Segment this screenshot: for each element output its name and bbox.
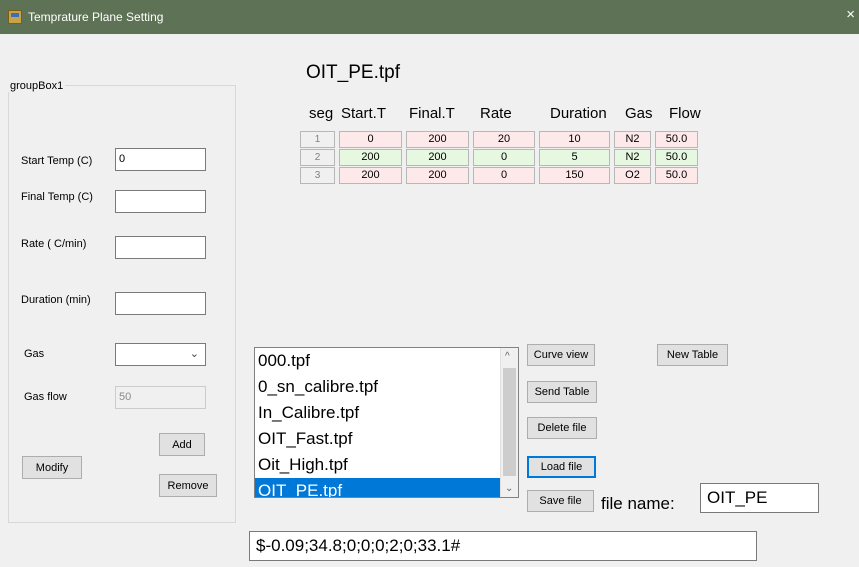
table-cell-seg[interactable]: 3 [300,167,335,184]
list-item[interactable]: Oit_High.tpf [255,452,518,478]
curve-view-button[interactable]: Curve view [527,344,595,366]
app-icon [8,10,22,24]
command-string-field[interactable]: $-0.09;34.8;0;0;0;2;0;33.1# [249,531,757,561]
table-cell-seg[interactable]: 2 [300,149,335,166]
table-cell-start-t[interactable]: 0 [339,131,402,148]
table-cell-gas[interactable]: N2 [614,131,651,148]
table-cell-final-t[interactable]: 200 [406,131,469,148]
modify-button[interactable]: Modify [22,456,82,479]
list-item-selected[interactable]: OIT_PE.tpf [255,478,518,497]
title-bar: Temprature Plane Setting × [0,0,859,34]
file-name-label: file name: [601,494,675,513]
start-temp-label: Start Temp (C) [21,155,93,167]
column-header-flow: Flow [669,105,701,122]
table-cell-start-t[interactable]: 200 [339,149,402,166]
current-file-title: OIT_PE.tpf [306,62,400,83]
gas-select[interactable]: ⌄ [115,343,206,366]
column-header-start-t: Start.T [341,105,387,122]
chevron-up-icon[interactable]: ^ [505,351,510,362]
table-cell-rate[interactable]: 0 [473,167,535,184]
list-item[interactable]: OIT_Fast.tpf [255,426,518,452]
window-title: Temprature Plane Setting [28,10,164,24]
rate-label: Rate ( C/min) [21,238,87,250]
table-cell-duration[interactable]: 150 [539,167,610,184]
table-cell-flow[interactable]: 50.0 [655,149,698,166]
final-temp-input[interactable] [115,190,206,213]
file-list[interactable]: 000.tpf 0_sn_calibre.tpf In_Calibre.tpf … [254,347,519,498]
duration-input[interactable] [115,292,206,315]
gas-flow-label: Gas flow [24,391,67,403]
group-box-label: groupBox1 [8,80,66,92]
column-header-rate: Rate [480,105,512,122]
table-cell-gas[interactable]: N2 [614,149,651,166]
chevron-down-icon: ⌄ [189,348,199,360]
list-item[interactable]: 000.tpf [255,348,518,374]
table-cell-flow[interactable]: 50.0 [655,167,698,184]
load-file-button[interactable]: Load file [527,456,596,478]
list-item[interactable]: 0_sn_calibre.tpf [255,374,518,400]
table-cell-duration[interactable]: 5 [539,149,610,166]
table-cell-rate[interactable]: 20 [473,131,535,148]
duration-label: Duration (min) [21,294,91,306]
new-table-button[interactable]: New Table [657,344,728,366]
scrollbar-thumb[interactable] [503,368,516,476]
start-temp-input[interactable]: 0 [115,148,206,171]
table-cell-seg[interactable]: 1 [300,131,335,148]
column-header-final-t: Final.T [409,105,455,122]
gas-label: Gas [24,348,45,360]
table-cell-gas[interactable]: O2 [614,167,651,184]
table-cell-final-t[interactable]: 200 [406,149,469,166]
list-item[interactable]: In_Calibre.tpf [255,400,518,426]
send-table-button[interactable]: Send Table [527,381,597,403]
add-button[interactable]: Add [159,433,205,456]
gas-flow-input[interactable]: 50 [115,386,206,409]
file-name-input[interactable]: OIT_PE [700,483,819,513]
table-cell-duration[interactable]: 10 [539,131,610,148]
save-file-button[interactable]: Save file [527,490,594,512]
delete-file-button[interactable]: Delete file [527,417,597,439]
chevron-down-icon[interactable]: ⌄ [505,483,513,494]
column-header-duration: Duration [550,105,607,122]
remove-button[interactable]: Remove [159,474,217,497]
file-list-scrollbar[interactable]: ^ ⌄ [500,348,518,497]
table-cell-final-t[interactable]: 200 [406,167,469,184]
table-cell-start-t[interactable]: 200 [339,167,402,184]
column-header-gas: Gas [625,105,653,122]
column-header-seg: seg [309,105,334,122]
rate-input[interactable] [115,236,206,259]
table-cell-flow[interactable]: 50.0 [655,131,698,148]
table-cell-rate[interactable]: 0 [473,149,535,166]
close-button[interactable]: × [846,6,855,23]
final-temp-label: Final Temp (C) [21,191,93,203]
